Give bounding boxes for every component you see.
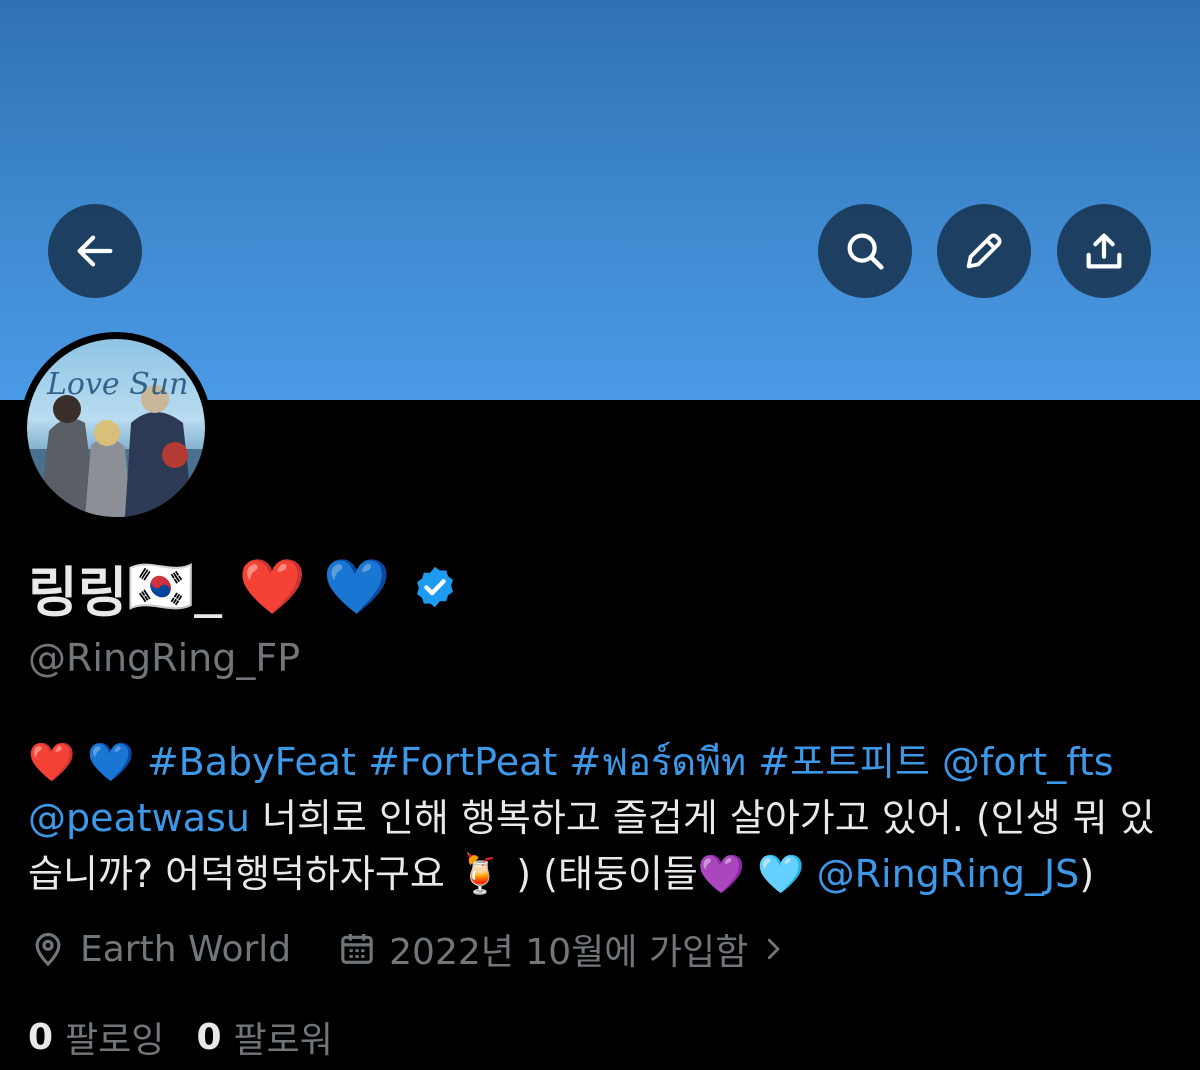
calendar-icon (341, 934, 373, 964)
hashtag-babyfeat[interactable]: #BabyFeat (147, 740, 356, 784)
bio-line-3: 습니까? 어덕행덕하자구요 🍹 ) (태둥이들💜 🩵 @RingRing_JS) (28, 846, 1178, 902)
bio-line-1: ❤️ 💙 #BabyFeat #FortPeat #ฟอร์ดพีท #포트피트… (28, 734, 1178, 790)
bio-text-3-tail: ) (1079, 852, 1095, 896)
hashtag-fortpeat[interactable]: #FortPeat (368, 740, 557, 784)
display-name-emoji: 🇰🇷_ ❤️ 💙 (127, 555, 391, 618)
followers-label: 팔로워 (233, 1020, 333, 1061)
follow-stats: 0 팔로잉 0 팔로워 (28, 1012, 333, 1062)
bio-line-2: @peatwasu 너희로 인해 행복하고 즐겁게 살아가고 있어. (인생 뭐… (28, 790, 1178, 846)
edit-button[interactable] (937, 204, 1031, 298)
verified-badge-icon[interactable] (412, 564, 458, 610)
share-icon (1086, 233, 1122, 269)
hashtag-korean[interactable]: #포트피트 (758, 740, 930, 784)
bio-text-3: 습니까? 어덕행덕하자구요 🍹 ) (태둥이들💜 🩵 (28, 852, 817, 896)
search-icon (847, 233, 884, 270)
joined-date[interactable]: 2022년 10월에 가입함 (389, 923, 748, 975)
location-pin-icon (35, 932, 61, 967)
following-count: 0 (28, 1016, 54, 1058)
display-name: 링링 🇰🇷_ ❤️ 💙 (28, 552, 458, 624)
bio: ❤️ 💙 #BabyFeat #FortPeat #ฟอร์ดพีท #포트피트… (28, 734, 1178, 902)
mention-peatwasu[interactable]: @peatwasu (28, 796, 250, 840)
share-button[interactable] (1057, 204, 1151, 298)
bio-emoji-hearts: ❤️ 💙 (28, 740, 135, 784)
profile-meta: Earth World 2022년 10월에 가입함 (28, 924, 788, 974)
pencil-icon (966, 233, 1002, 269)
following-link[interactable]: 0 팔로잉 (28, 1011, 164, 1063)
avatar-image: Love Sun (27, 339, 205, 517)
display-name-text: 링링 (28, 560, 128, 624)
followers-count: 0 (196, 1016, 222, 1058)
avatar[interactable]: Love Sun (20, 332, 212, 524)
following-label: 팔로잉 (65, 1020, 165, 1061)
mention-ringring-js[interactable]: @RingRing_JS (817, 852, 1080, 896)
location-text: Earth World (80, 928, 292, 970)
bio-text-2: 너희로 인해 행복하고 즐겁게 살아가고 있어. (인생 뭐 있 (249, 796, 1155, 840)
hashtag-thai[interactable]: #ฟอร์ดพีท (569, 740, 746, 784)
arrow-left-icon (77, 235, 113, 267)
handle: @RingRing_FP (28, 636, 301, 680)
followers-link[interactable]: 0 팔로워 (196, 1011, 332, 1063)
mention-fort-fts[interactable]: @fort_fts (942, 740, 1114, 784)
back-button[interactable] (48, 204, 142, 298)
chevron-right-icon[interactable] (758, 934, 788, 964)
search-button[interactable] (818, 204, 912, 298)
